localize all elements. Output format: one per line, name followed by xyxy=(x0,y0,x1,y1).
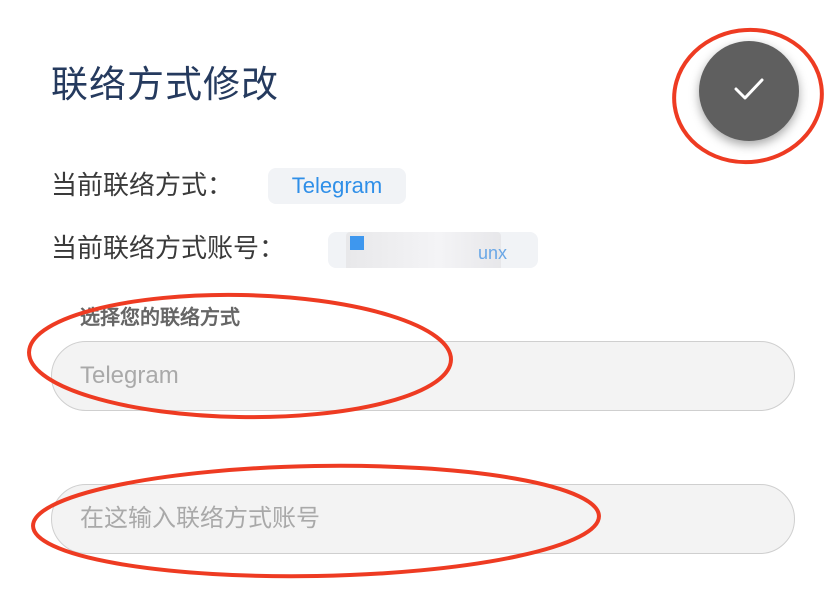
contact-type-field-label: 选择您的联络方式 xyxy=(80,305,240,329)
current-contact-type-label: 当前联络方式： xyxy=(51,171,234,201)
page-title: 联络方式修改 xyxy=(51,63,279,106)
current-contact-type-value: Telegram xyxy=(268,168,406,204)
account-visible-tail: unx xyxy=(478,243,508,263)
current-contact-account-value: unx xyxy=(328,232,538,268)
contact-edit-page: 联络方式修改 当前联络方式： Telegram 当前联络方式账号： unx 选择… xyxy=(0,0,830,602)
contact-type-select[interactable]: Telegram xyxy=(51,341,795,411)
check-icon xyxy=(732,76,766,106)
redacted-mark xyxy=(350,236,364,250)
contact-account-input[interactable]: 在这输入联络方式账号 xyxy=(51,484,795,554)
current-contact-account-label: 当前联络方式账号： xyxy=(51,234,286,264)
confirm-button[interactable] xyxy=(699,41,799,141)
